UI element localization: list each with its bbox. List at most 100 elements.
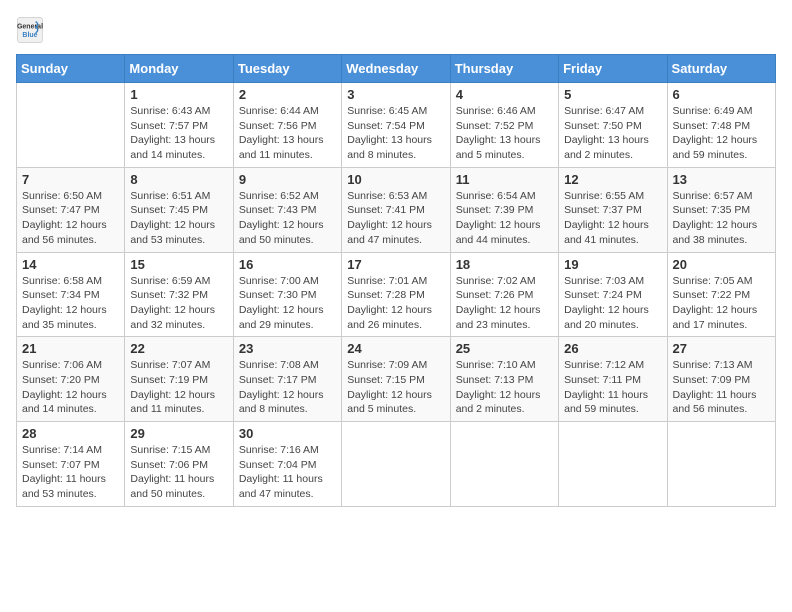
logo: General Blue (16, 16, 46, 44)
day-info: Sunrise: 7:06 AM Sunset: 7:20 PM Dayligh… (22, 358, 119, 417)
calendar-cell: 15Sunrise: 6:59 AM Sunset: 7:32 PM Dayli… (125, 252, 233, 337)
weekday-header-tuesday: Tuesday (233, 55, 341, 83)
week-row-2: 7Sunrise: 6:50 AM Sunset: 7:47 PM Daylig… (17, 167, 776, 252)
page-header: General Blue (16, 16, 776, 44)
day-info: Sunrise: 6:47 AM Sunset: 7:50 PM Dayligh… (564, 104, 661, 163)
calendar-cell (450, 422, 558, 507)
day-info: Sunrise: 7:09 AM Sunset: 7:15 PM Dayligh… (347, 358, 444, 417)
calendar-cell: 19 Sunrise: 7:03 AM Sunset: 7:24 PM Dayli… (559, 252, 667, 337)
day-number: 13 (673, 172, 770, 187)
day-info: Sunrise: 7:07 AM Sunset: 7:19 PM Dayligh… (130, 358, 227, 417)
calendar-cell: 30Sunrise: 7:16 AM Sunset: 7:04 PM Dayli… (233, 422, 341, 507)
calendar-cell: 20Sunrise: 7:05 AM Sunset: 7:22 PM Dayli… (667, 252, 775, 337)
day-number: 10 (347, 172, 444, 187)
day-info: Sunrise: 7:00 AM Sunset: 7:30 PM Dayligh… (239, 274, 336, 333)
calendar-cell: 17 Sunrise: 7:01 AM Sunset: 7:28 PM Dayli… (342, 252, 450, 337)
calendar-cell: 4 Sunrise: 6:46 AM Sunset: 7:52 PM Daylig… (450, 83, 558, 168)
calendar-cell: 21 Sunrise: 7:06 AM Sunset: 7:20 PM Dayli… (17, 337, 125, 422)
day-number: 6 (673, 87, 770, 102)
day-info: Sunrise: 6:46 AM Sunset: 7:52 PM Dayligh… (456, 104, 553, 163)
day-number: 2 (239, 87, 336, 102)
day-info: Sunrise: 7:14 AM Sunset: 7:07 PM Dayligh… (22, 443, 119, 502)
day-number: 15 (130, 257, 227, 272)
calendar-cell: 29 Sunrise: 7:15 AM Sunset: 7:06 PM Dayli… (125, 422, 233, 507)
calendar-cell: 24Sunrise: 7:09 AM Sunset: 7:15 PM Dayli… (342, 337, 450, 422)
weekday-header-monday: Monday (125, 55, 233, 83)
day-number: 18 (456, 257, 553, 272)
day-info: Sunrise: 7:05 AM Sunset: 7:22 PM Dayligh… (673, 274, 770, 333)
week-row-5: 28 Sunrise: 7:14 AM Sunset: 7:07 PM Dayli… (17, 422, 776, 507)
svg-text:General: General (17, 24, 43, 31)
day-number: 16 (239, 257, 336, 272)
calendar-cell: 28 Sunrise: 7:14 AM Sunset: 7:07 PM Dayli… (17, 422, 125, 507)
logo-icon: General Blue (16, 16, 44, 44)
calendar-cell: 22 Sunrise: 7:07 AM Sunset: 7:19 PM Dayli… (125, 337, 233, 422)
calendar-cell: 2 Sunrise: 6:44 AM Sunset: 7:56 PM Daylig… (233, 83, 341, 168)
day-number: 28 (22, 426, 119, 441)
day-info: Sunrise: 6:55 AM Sunset: 7:37 PM Dayligh… (564, 189, 661, 248)
svg-text:Blue: Blue (22, 32, 37, 39)
day-info: Sunrise: 7:02 AM Sunset: 7:26 PM Dayligh… (456, 274, 553, 333)
day-info: Sunrise: 7:13 AM Sunset: 7:09 PM Dayligh… (673, 358, 770, 417)
day-info: Sunrise: 7:10 AM Sunset: 7:13 PM Dayligh… (456, 358, 553, 417)
header-row: SundayMondayTuesdayWednesdayThursdayFrid… (17, 55, 776, 83)
day-number: 26 (564, 341, 661, 356)
day-number: 9 (239, 172, 336, 187)
day-info: Sunrise: 6:51 AM Sunset: 7:45 PM Dayligh… (130, 189, 227, 248)
calendar-cell: 3 Sunrise: 6:45 AM Sunset: 7:54 PM Daylig… (342, 83, 450, 168)
calendar-cell: 7Sunrise: 6:50 AM Sunset: 7:47 PM Daylig… (17, 167, 125, 252)
day-info: Sunrise: 6:58 AM Sunset: 7:34 PM Dayligh… (22, 274, 119, 333)
calendar-cell: 13 Sunrise: 6:57 AM Sunset: 7:35 PM Dayli… (667, 167, 775, 252)
day-number: 22 (130, 341, 227, 356)
week-row-3: 14 Sunrise: 6:58 AM Sunset: 7:34 PM Dayli… (17, 252, 776, 337)
day-number: 29 (130, 426, 227, 441)
day-number: 8 (130, 172, 227, 187)
calendar-cell: 5 Sunrise: 6:47 AM Sunset: 7:50 PM Daylig… (559, 83, 667, 168)
day-info: Sunrise: 6:44 AM Sunset: 7:56 PM Dayligh… (239, 104, 336, 163)
calendar-cell: 11 Sunrise: 6:54 AM Sunset: 7:39 PM Dayli… (450, 167, 558, 252)
day-number: 17 (347, 257, 444, 272)
day-number: 11 (456, 172, 553, 187)
day-info: Sunrise: 7:03 AM Sunset: 7:24 PM Dayligh… (564, 274, 661, 333)
calendar-cell: 18 Sunrise: 7:02 AM Sunset: 7:26 PM Dayli… (450, 252, 558, 337)
day-info: Sunrise: 7:12 AM Sunset: 7:11 PM Dayligh… (564, 358, 661, 417)
day-info: Sunrise: 6:43 AM Sunset: 7:57 PM Dayligh… (130, 104, 227, 163)
weekday-header-saturday: Saturday (667, 55, 775, 83)
calendar-cell: 27 Sunrise: 7:13 AM Sunset: 7:09 PM Dayli… (667, 337, 775, 422)
day-info: Sunrise: 7:15 AM Sunset: 7:06 PM Dayligh… (130, 443, 227, 502)
day-number: 5 (564, 87, 661, 102)
weekday-header-friday: Friday (559, 55, 667, 83)
day-info: Sunrise: 6:45 AM Sunset: 7:54 PM Dayligh… (347, 104, 444, 163)
week-row-1: 1 Sunrise: 6:43 AM Sunset: 7:57 PM Daylig… (17, 83, 776, 168)
day-number: 12 (564, 172, 661, 187)
day-number: 4 (456, 87, 553, 102)
calendar-cell: 25 Sunrise: 7:10 AM Sunset: 7:13 PM Dayli… (450, 337, 558, 422)
day-info: Sunrise: 6:54 AM Sunset: 7:39 PM Dayligh… (456, 189, 553, 248)
calendar-cell: 26 Sunrise: 7:12 AM Sunset: 7:11 PM Dayli… (559, 337, 667, 422)
calendar-cell: 1 Sunrise: 6:43 AM Sunset: 7:57 PM Daylig… (125, 83, 233, 168)
day-info: Sunrise: 6:53 AM Sunset: 7:41 PM Dayligh… (347, 189, 444, 248)
day-info: Sunrise: 6:57 AM Sunset: 7:35 PM Dayligh… (673, 189, 770, 248)
day-number: 21 (22, 341, 119, 356)
calendar-cell: 23Sunrise: 7:08 AM Sunset: 7:17 PM Dayli… (233, 337, 341, 422)
day-number: 27 (673, 341, 770, 356)
day-number: 14 (22, 257, 119, 272)
calendar-table: SundayMondayTuesdayWednesdayThursdayFrid… (16, 54, 776, 507)
day-info: Sunrise: 6:49 AM Sunset: 7:48 PM Dayligh… (673, 104, 770, 163)
week-row-4: 21 Sunrise: 7:06 AM Sunset: 7:20 PM Dayli… (17, 337, 776, 422)
weekday-header-sunday: Sunday (17, 55, 125, 83)
calendar-cell (667, 422, 775, 507)
calendar-cell (559, 422, 667, 507)
calendar-cell (342, 422, 450, 507)
day-number: 3 (347, 87, 444, 102)
day-info: Sunrise: 7:16 AM Sunset: 7:04 PM Dayligh… (239, 443, 336, 502)
calendar-cell (17, 83, 125, 168)
day-info: Sunrise: 7:01 AM Sunset: 7:28 PM Dayligh… (347, 274, 444, 333)
day-number: 19 (564, 257, 661, 272)
day-number: 25 (456, 341, 553, 356)
day-number: 1 (130, 87, 227, 102)
calendar-cell: 14 Sunrise: 6:58 AM Sunset: 7:34 PM Dayli… (17, 252, 125, 337)
weekday-header-thursday: Thursday (450, 55, 558, 83)
day-number: 23 (239, 341, 336, 356)
calendar-cell: 16 Sunrise: 7:00 AM Sunset: 7:30 PM Dayli… (233, 252, 341, 337)
